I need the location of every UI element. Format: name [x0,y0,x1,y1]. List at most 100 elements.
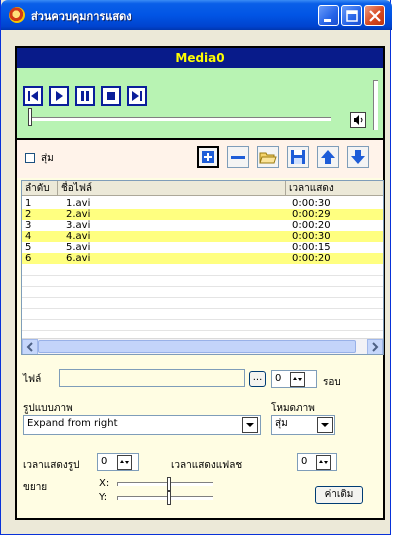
previous-button[interactable] [23,86,43,106]
row-file: 4.avi [66,231,91,242]
row-divider [22,275,383,276]
row-order: 1 [25,198,32,209]
style-label: รูปแบบภาพ [23,403,73,414]
scroll-thumb[interactable] [38,340,356,353]
row-order: 6 [25,253,32,264]
save-disk-icon [291,150,305,164]
window-title: ส่วนควบคุมการแสดง [31,10,132,23]
style-select-value: Expand from right [27,418,118,429]
arrow-up-icon [321,150,335,164]
scroll-right-button[interactable] [367,339,383,354]
reset-button[interactable]: ค่าเดิม [315,486,363,504]
mode-dropdown-button[interactable] [317,417,333,433]
maximize-icon [346,10,358,22]
mute-button[interactable] [350,112,366,128]
file-label: ไฟล์ [23,374,42,385]
row-divider [22,308,383,309]
rounds-spinner[interactable] [290,372,305,387]
table-row[interactable]: 3 3.avi 0:00:20 [22,220,383,231]
media-name: Media0 [17,48,383,68]
random-label: สุ่ม [41,153,54,164]
zoom-y-label: Y: [99,492,108,503]
row-time: 0:00:15 [292,242,331,253]
playlist-toolbar: สุ่ม [17,140,383,178]
add-button[interactable] [197,146,219,168]
seek-bar[interactable] [28,117,331,121]
close-button[interactable] [364,5,385,26]
close-icon [369,10,381,22]
remove-button[interactable] [227,146,249,168]
random-checkbox[interactable] [25,153,35,163]
play-button[interactable] [49,86,69,106]
pause-icon [81,91,89,101]
row-file: 1.avi [66,198,91,209]
row-divider [22,297,383,298]
media-player-panel: Media0 [15,46,385,140]
table-row[interactable]: 1 1.avi 0:00:30 [22,198,383,209]
table-row[interactable]: 2 2.avi 0:00:29 [22,209,383,220]
app-icon [9,7,25,23]
zoom-y-slider[interactable] [117,496,213,500]
column-header-file[interactable]: ชื่อไฟล์ [58,181,286,196]
chevron-down-icon [321,423,329,427]
zoom-label: ขยาย [23,482,48,493]
spin-arrows-icon [293,377,302,381]
move-up-button[interactable] [317,146,339,168]
file-input[interactable] [59,369,245,387]
title-bar[interactable]: ส่วนควบคุมการแสดง [1,0,392,30]
open-folder-icon [259,152,277,164]
save-button[interactable] [287,146,309,168]
browse-button[interactable]: ... [249,371,266,387]
skip-next-icon [132,91,142,101]
image-time-spinner[interactable] [117,455,132,470]
scroll-left-button[interactable] [22,339,38,354]
zoom-x-slider[interactable] [117,482,213,486]
spin-arrows-icon [319,460,328,464]
open-folder-button[interactable] [257,146,279,168]
chevron-right-icon [372,342,379,352]
maximize-button[interactable] [341,5,362,26]
column-header-time[interactable]: เวลาแสดง [286,181,383,196]
seek-thumb[interactable] [28,108,32,126]
row-time: 0:00:30 [292,198,331,209]
table-row[interactable]: 5 5.avi 0:00:15 [22,242,383,253]
table-row[interactable]: 4 4.avi 0:00:30 [22,231,383,242]
row-time: 0:00:20 [292,253,331,264]
mode-select[interactable]: สุ่ม [271,415,335,435]
skip-previous-icon [28,91,38,101]
row-file: 5.avi [66,242,91,253]
stop-button[interactable] [101,86,121,106]
style-select[interactable]: Expand from right [23,415,261,435]
chevron-left-icon [26,342,33,352]
zoom-x-label: X: [99,478,110,489]
pause-button[interactable] [75,86,95,106]
play-icon [56,91,63,101]
table-row[interactable]: 6 6.avi 0:00:20 [22,253,383,264]
row-divider [22,330,383,331]
column-header-order[interactable]: ลำดับ [22,181,58,196]
row-order: 3 [25,220,32,231]
arrow-down-icon [351,150,365,164]
mode-select-value: สุ่ม [275,418,288,429]
row-file: 3.avi [66,220,91,231]
flash-time-spinner[interactable] [316,455,331,470]
row-time: 0:00:20 [292,220,331,231]
next-button[interactable] [127,86,147,106]
move-down-button[interactable] [347,146,369,168]
table-header: ลำดับ ชื่อไฟล์ เวลาแสดง [22,181,383,196]
chevron-down-icon [246,423,254,427]
row-order: 5 [25,242,32,253]
zoom-y-thumb[interactable] [167,491,171,505]
volume-slider[interactable] [373,80,378,130]
minus-icon [231,156,245,159]
style-dropdown-button[interactable] [242,417,258,433]
minimize-icon [324,19,331,22]
zoom-x-thumb[interactable] [167,477,171,491]
horizontal-scrollbar[interactable] [22,338,383,354]
rounds-label: รอบ [323,377,341,388]
stop-icon [107,92,115,100]
playlist-panel: สุ่ม ลำดับ ชื่อไฟล์ เวลาแสดง 1 1.avi 0:0… [15,140,385,520]
playlist-table[interactable]: ลำดับ ชื่อไฟล์ เวลาแสดง 1 1.avi 0:00:30 … [21,180,384,355]
row-time: 0:00:29 [292,209,331,220]
minimize-button[interactable] [318,5,339,26]
